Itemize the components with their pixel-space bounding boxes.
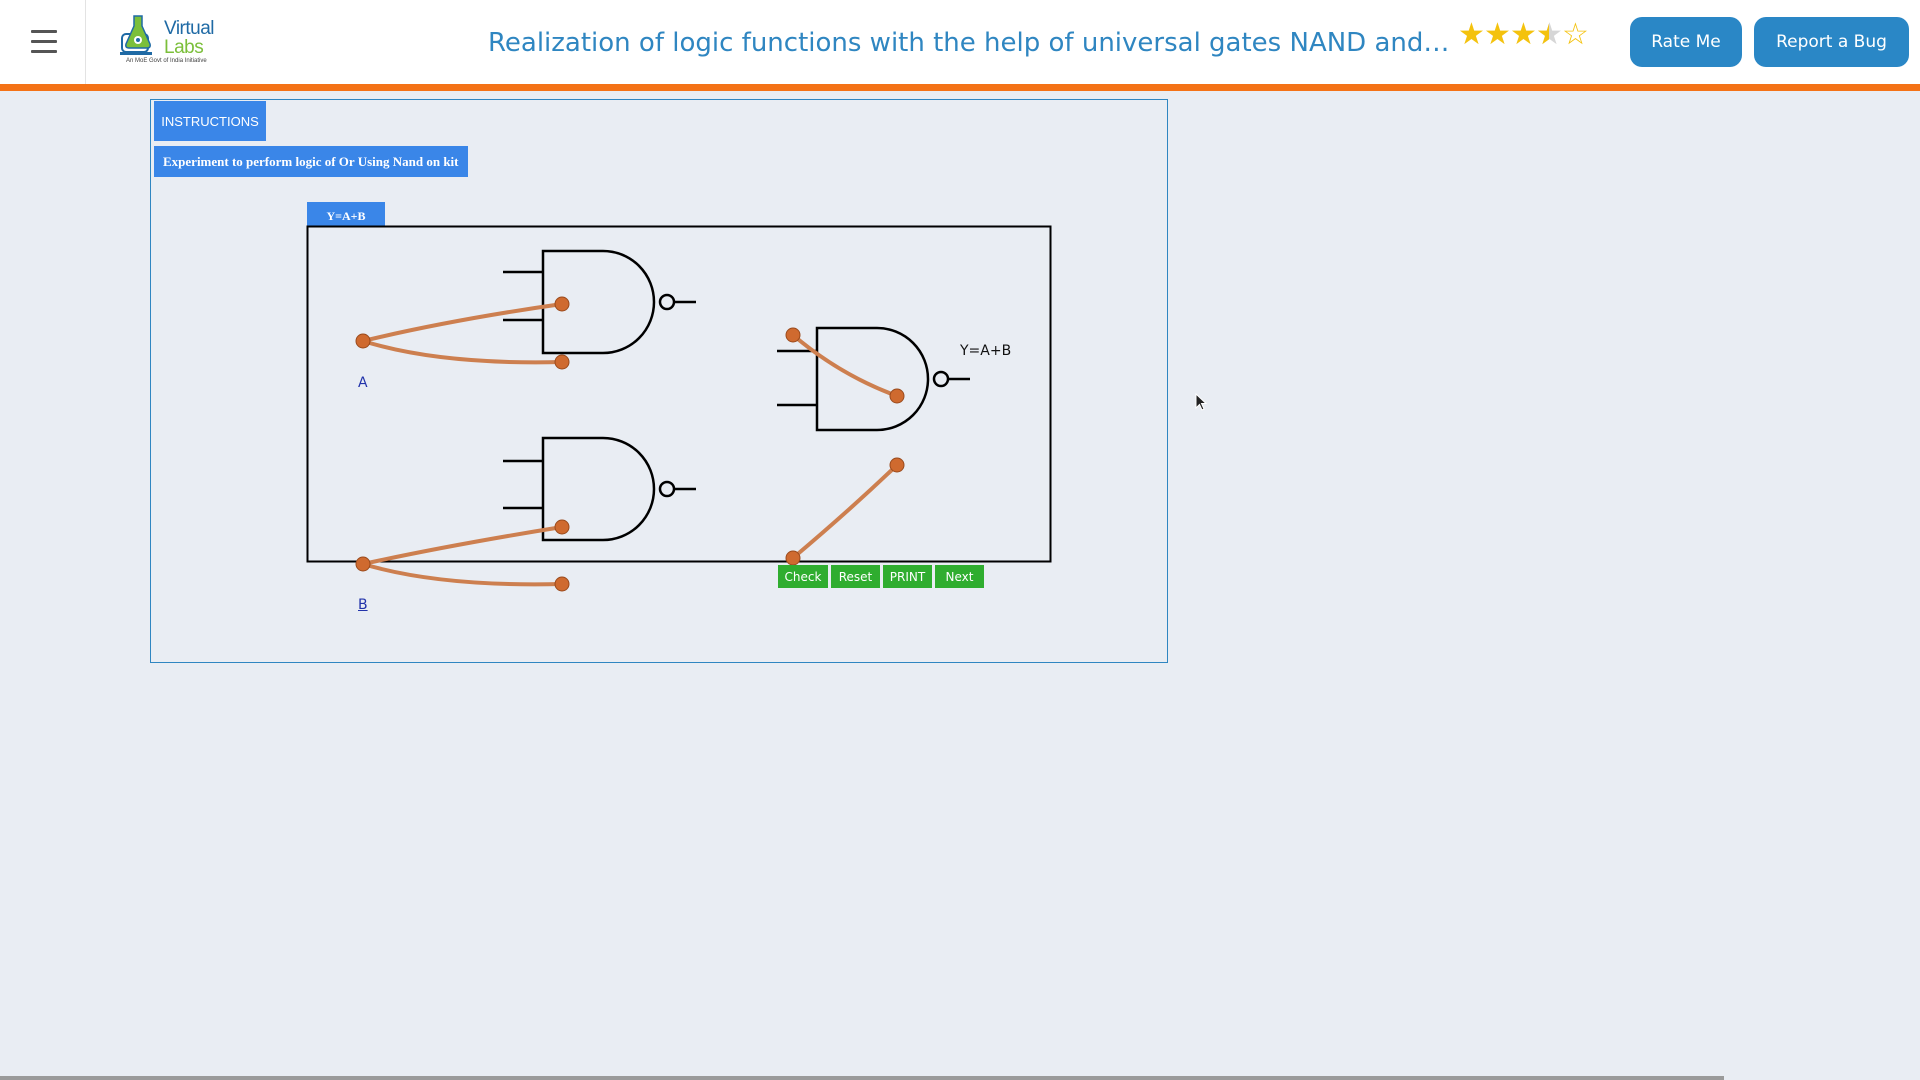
half-star-icon[interactable]: ★ bbox=[1536, 20, 1563, 51]
flask-icon bbox=[120, 15, 152, 55]
star-icon[interactable]: ★ bbox=[1484, 20, 1511, 50]
empty-star-icon[interactable]: ☆ bbox=[1562, 20, 1589, 50]
terminal-input-a[interactable] bbox=[355, 333, 371, 349]
check-button[interactable]: Check bbox=[778, 565, 828, 588]
experiment-heading: Experiment to perform logic of Or Using … bbox=[154, 146, 468, 177]
hamburger-menu-button[interactable] bbox=[0, 0, 86, 84]
star-icon[interactable]: ★ bbox=[1458, 20, 1485, 50]
top-header: Virtual Labs An MoE Govt of India Initia… bbox=[0, 0, 1920, 84]
terminal-gate1-in1[interactable] bbox=[554, 296, 570, 312]
logo-tagline: An MoE Govt of India Initiative bbox=[126, 58, 207, 64]
reset-button[interactable]: Reset bbox=[831, 565, 880, 588]
virtual-labs-logo[interactable]: Virtual Labs An MoE Govt of India Initia… bbox=[118, 14, 223, 66]
star-icon[interactable]: ★ bbox=[1510, 20, 1537, 50]
instructions-button[interactable]: INSTRUCTIONS bbox=[154, 101, 266, 141]
terminal-gate1-out[interactable] bbox=[785, 327, 801, 343]
logo-text-labs: Labs bbox=[164, 37, 204, 58]
rate-me-button[interactable]: Rate Me bbox=[1630, 17, 1742, 67]
terminal-gate2-in2[interactable] bbox=[554, 576, 570, 592]
rating-stars[interactable]: ★★★★☆ bbox=[1458, 20, 1589, 51]
terminal-gate3-in2[interactable] bbox=[889, 457, 905, 473]
terminal-gate3-in1[interactable] bbox=[889, 388, 905, 404]
header-accent-bar bbox=[0, 84, 1920, 91]
print-button[interactable]: PRINT bbox=[883, 565, 932, 588]
terminal-gate2-in1[interactable] bbox=[554, 519, 570, 535]
mouse-cursor-icon bbox=[1195, 393, 1208, 411]
input-a-label: A bbox=[358, 375, 368, 391]
terminal-gate2-out[interactable] bbox=[785, 550, 801, 566]
page-title: Realization of logic functions with the … bbox=[488, 28, 1453, 58]
terminal-input-b[interactable] bbox=[355, 556, 371, 572]
output-label: Y=A+B bbox=[960, 343, 1012, 359]
menu-icon bbox=[31, 30, 57, 33]
terminal-gate1-in2[interactable] bbox=[554, 354, 570, 370]
input-b-label[interactable]: B bbox=[358, 597, 368, 613]
circuit-tab-label: Y=A+B bbox=[307, 202, 385, 226]
report-bug-button[interactable]: Report a Bug bbox=[1754, 17, 1909, 67]
horizontal-scrollbar[interactable] bbox=[0, 1076, 1724, 1080]
next-button[interactable]: Next bbox=[935, 565, 984, 588]
simulation-panel bbox=[150, 99, 1168, 663]
